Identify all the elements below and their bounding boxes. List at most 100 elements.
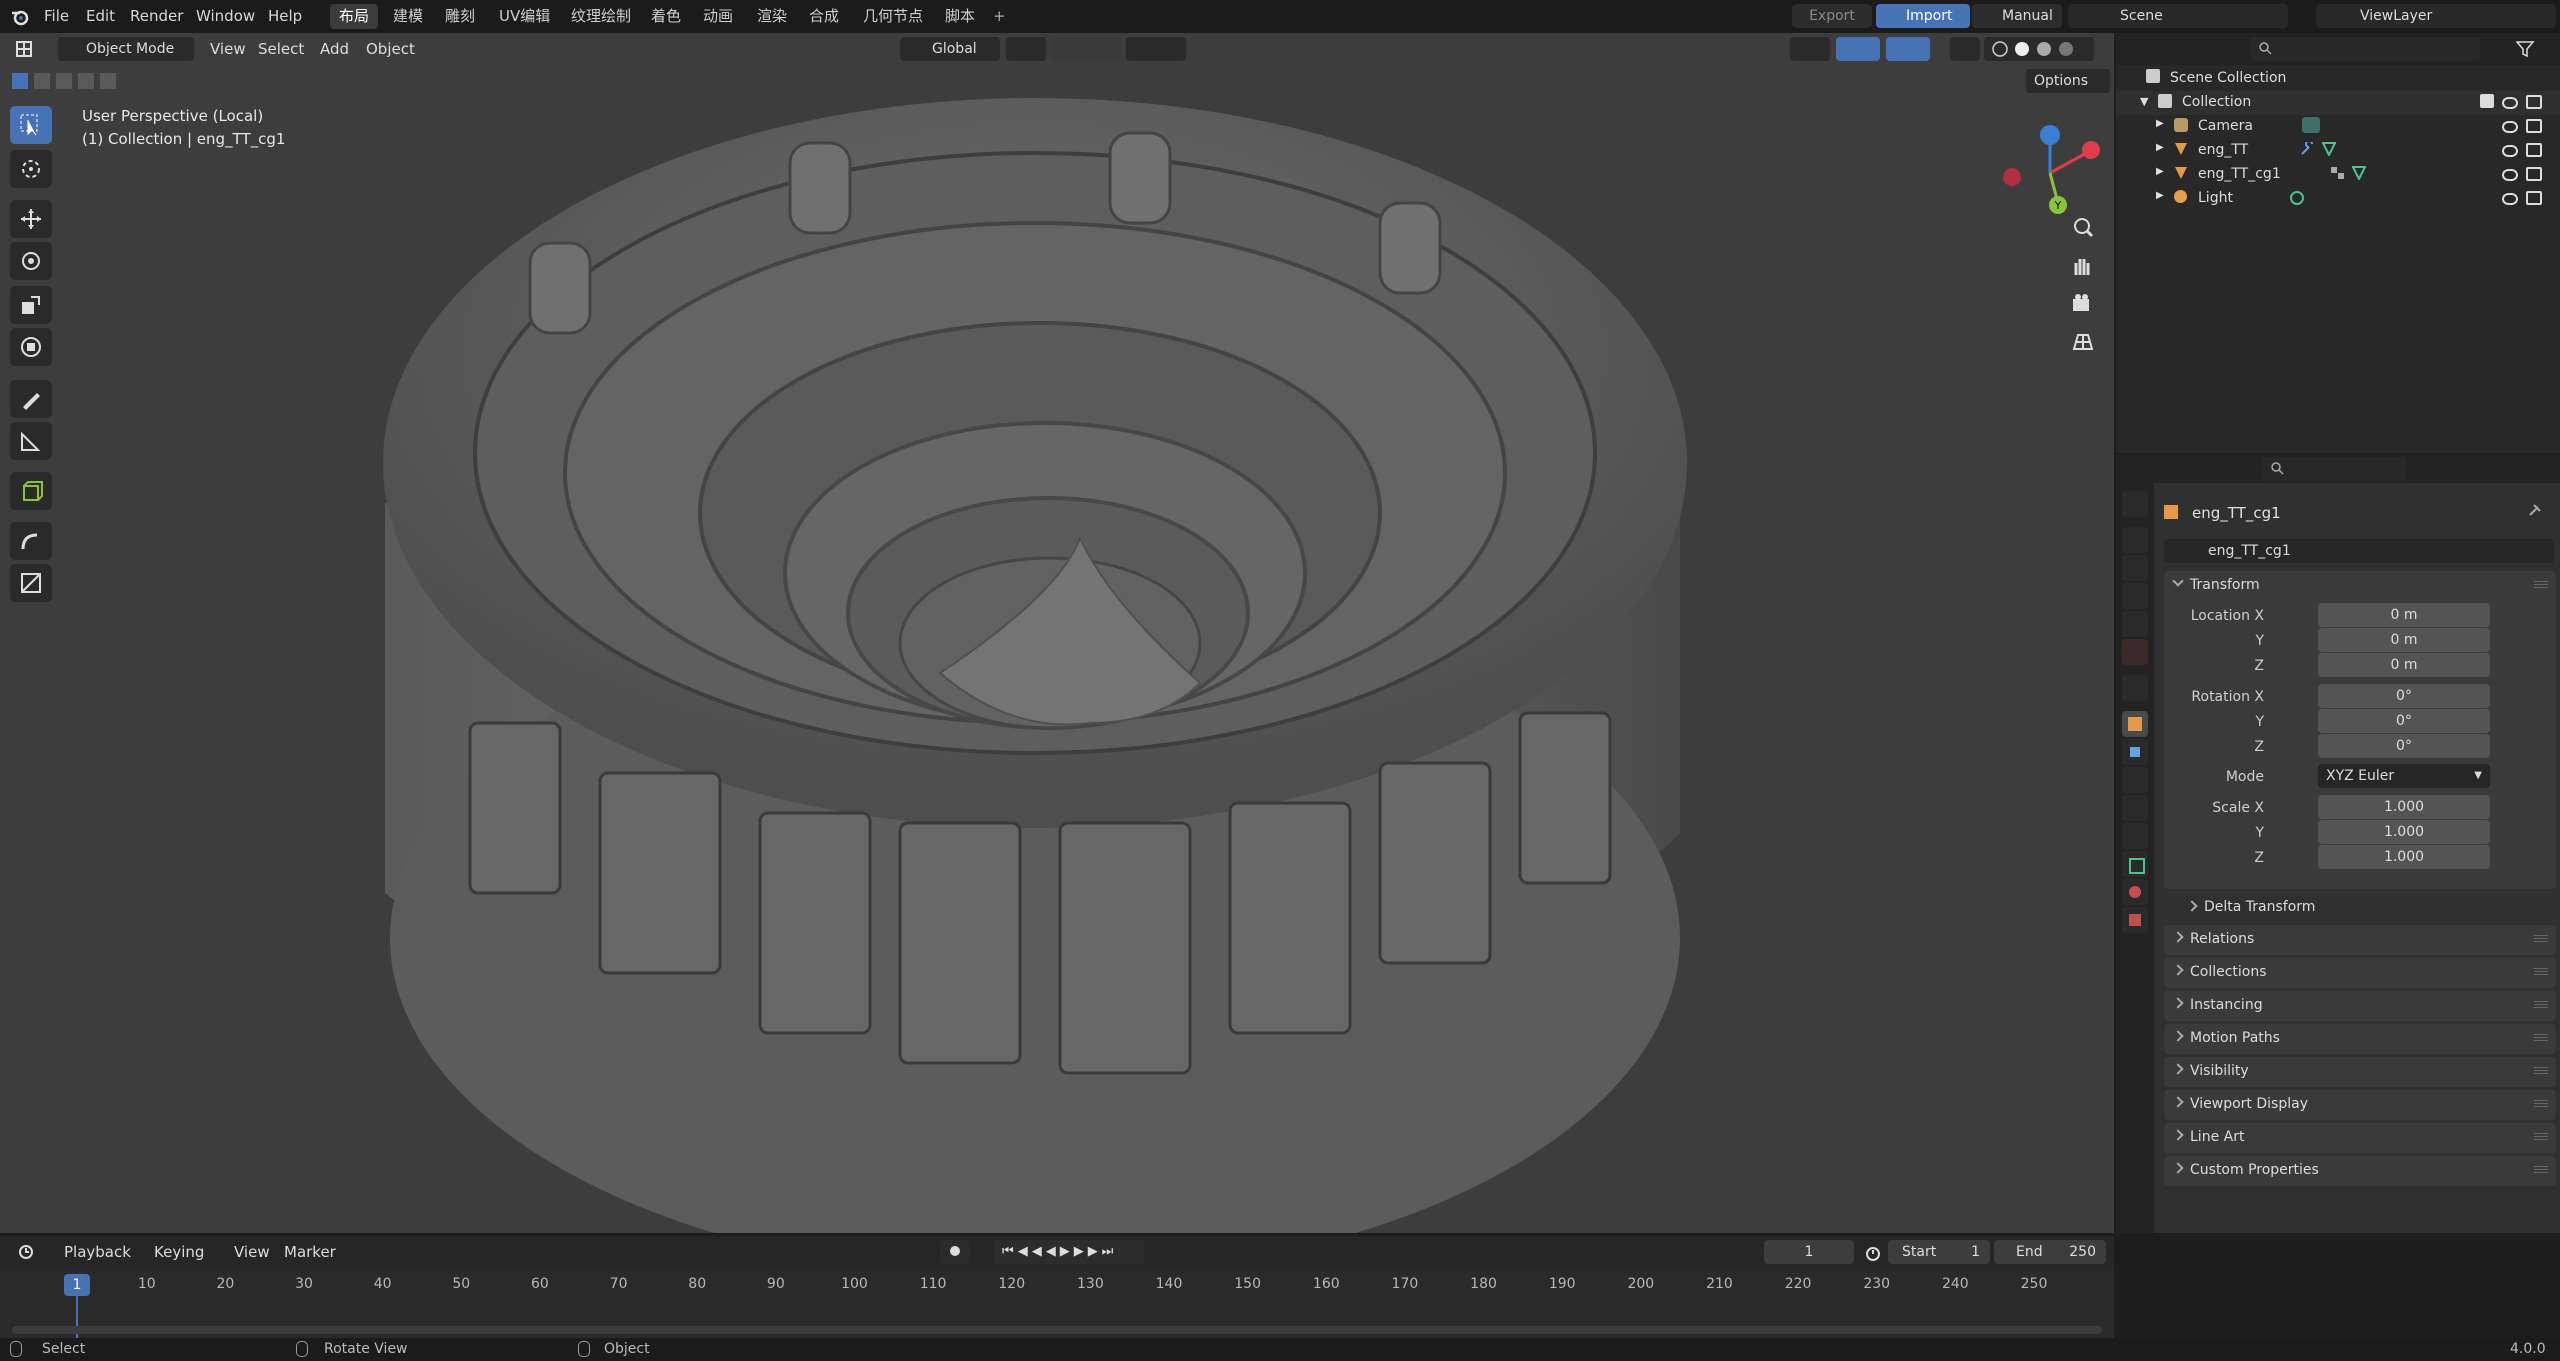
- texture-tab-icon[interactable]: [2122, 907, 2148, 933]
- viewport-display-panel[interactable]: Viewport Display: [2164, 1090, 2556, 1120]
- outliner-item-camera[interactable]: ▶ Camera: [2116, 115, 2560, 139]
- drag-handle-icon[interactable]: [2534, 935, 2548, 944]
- playhead-marker[interactable]: 1: [64, 1274, 90, 1296]
- tab-sculpting[interactable]: 雕刻: [436, 4, 484, 29]
- timeline-menu-marker[interactable]: Marker: [278, 1240, 342, 1264]
- collections-panel[interactable]: Collections: [2164, 958, 2556, 988]
- chevron-down-icon[interactable]: [2172, 575, 2184, 587]
- render-camera-icon[interactable]: [2526, 167, 2542, 181]
- transform-orientation-dropdown[interactable]: Global: [900, 37, 1000, 61]
- gizmo-toggle[interactable]: [1836, 37, 1880, 61]
- outliner-item-eng-tt[interactable]: ▶ eng_TT: [2116, 139, 2560, 163]
- rotation-y-field[interactable]: 0°: [2318, 709, 2490, 733]
- camera-view-button[interactable]: [2068, 289, 2102, 323]
- scale-z-field[interactable]: 1.000: [2318, 845, 2490, 869]
- exclude-checkbox[interactable]: [2480, 94, 2494, 108]
- rotation-x-field[interactable]: 0°: [2318, 684, 2490, 708]
- current-frame-field[interactable]: 1: [1764, 1240, 1854, 1264]
- eye-icon[interactable]: [2502, 193, 2518, 205]
- outliner-item-light[interactable]: ▶ Light: [2116, 187, 2560, 211]
- location-x-field[interactable]: 0 m: [2318, 603, 2490, 627]
- transform-panel-title[interactable]: Transform: [2190, 577, 2260, 593]
- delta-transform-subpanel[interactable]: Delta Transform: [2178, 895, 2554, 921]
- viewport-menu-view[interactable]: View: [204, 37, 252, 61]
- viewport-menu-select[interactable]: Select: [252, 37, 310, 61]
- render-camera-icon[interactable]: [2526, 119, 2542, 133]
- tab-shading[interactable]: 着色: [642, 4, 690, 29]
- menu-file[interactable]: File: [38, 4, 75, 29]
- relations-panel[interactable]: Relations: [2164, 925, 2556, 955]
- outliner-collection-row[interactable]: ▼ Collection: [2116, 91, 2560, 115]
- start-frame-field[interactable]: Start 1: [1888, 1240, 1990, 1264]
- timeline-scrollbar[interactable]: [12, 1326, 2102, 1334]
- record-button[interactable]: [940, 1240, 970, 1264]
- expand-arrow-icon[interactable]: ▶: [2156, 190, 2164, 201]
- timeline-menu-playback[interactable]: Playback: [58, 1240, 137, 1264]
- mesh-data-icon[interactable]: [2322, 142, 2336, 156]
- render-camera-icon[interactable]: [2526, 191, 2542, 205]
- wrench-modifier-icon[interactable]: [2300, 142, 2314, 156]
- outliner-search-input[interactable]: [2250, 37, 2480, 61]
- tab-modeling[interactable]: 建模: [384, 4, 432, 29]
- pan-button[interactable]: [2068, 251, 2102, 285]
- pin-icon[interactable]: [2526, 503, 2542, 519]
- drag-handle-icon[interactable]: [2534, 581, 2548, 590]
- object-mode-dropdown[interactable]: Object Mode: [58, 37, 194, 61]
- measure-tool[interactable]: [10, 422, 52, 460]
- perspective-toggle-button[interactable]: [2068, 327, 2102, 361]
- properties-search-input[interactable]: [2262, 457, 2406, 481]
- tab-compositing[interactable]: 合成: [800, 4, 848, 29]
- outliner-editor-type-button[interactable]: [2136, 37, 2176, 61]
- import-button[interactable]: Import: [1876, 4, 1970, 28]
- pivot-point-button[interactable]: [1006, 37, 1046, 61]
- menu-render[interactable]: Render: [124, 4, 189, 29]
- expand-arrow-icon[interactable]: ▶: [2156, 118, 2164, 129]
- drag-handle-icon[interactable]: [2534, 1133, 2548, 1142]
- location-y-field[interactable]: 0 m: [2318, 628, 2490, 652]
- shading-mode-buttons[interactable]: [1984, 37, 2094, 61]
- eye-icon[interactable]: [2502, 121, 2518, 133]
- scene-selector[interactable]: Scene: [2068, 4, 2288, 28]
- add-workspace-button[interactable]: +: [984, 4, 1015, 29]
- outliner-item-eng-tt-cg1[interactable]: ▶ eng_TT_cg1: [2116, 163, 2560, 187]
- rotate-tool[interactable]: [10, 242, 52, 280]
- proportional-edit-button[interactable]: [1126, 37, 1186, 61]
- scale-tool[interactable]: [10, 286, 52, 324]
- instancing-panel[interactable]: Instancing: [2164, 991, 2556, 1021]
- tab-layout[interactable]: 布局: [330, 4, 379, 29]
- options-dropdown[interactable]: Options: [2026, 69, 2110, 93]
- select-box-tool[interactable]: [10, 106, 52, 144]
- render-camera-icon[interactable]: [2526, 95, 2542, 109]
- custom-properties-panel[interactable]: Custom Properties: [2164, 1156, 2556, 1186]
- menu-help[interactable]: Help: [262, 4, 308, 29]
- tab-scripting[interactable]: 脚本: [936, 4, 984, 29]
- transform-tool[interactable]: [10, 328, 52, 366]
- motion-paths-panel[interactable]: Motion Paths: [2164, 1024, 2556, 1054]
- menu-edit[interactable]: Edit: [80, 4, 121, 29]
- render-tab-icon[interactable]: [2122, 527, 2148, 553]
- manual-button[interactable]: Manual: [1972, 4, 2062, 28]
- tab-animation[interactable]: 动画: [694, 4, 742, 29]
- material-tab-icon[interactable]: [2122, 879, 2148, 905]
- properties-editor-type-button[interactable]: [2132, 457, 2172, 481]
- filter-icon[interactable]: [2516, 41, 2536, 57]
- timeline-menu-keying[interactable]: Keying: [148, 1240, 210, 1264]
- eye-icon[interactable]: [2502, 97, 2518, 109]
- camera-data-icon[interactable]: [2302, 117, 2320, 133]
- scale-x-field[interactable]: 1.000: [2318, 795, 2490, 819]
- instance-icon[interactable]: [2330, 166, 2346, 180]
- timeline-menu-view[interactable]: View: [228, 1240, 276, 1264]
- visibility-panel[interactable]: Visibility: [2164, 1057, 2556, 1087]
- output-tab-icon[interactable]: [2122, 555, 2148, 581]
- viewport-menu-object[interactable]: Object: [360, 37, 421, 61]
- menu-window[interactable]: Window: [190, 4, 261, 29]
- outliner-display-mode-button[interactable]: [2184, 37, 2228, 61]
- visibility-toggle[interactable]: [1790, 37, 1830, 61]
- object-data-name-field[interactable]: eng_TT_cg1: [2164, 539, 2554, 563]
- snap-button[interactable]: [1052, 37, 1122, 61]
- playback-controls[interactable]: ⏮◀◀◀▶▶▶⏭: [994, 1240, 1144, 1264]
- eye-icon[interactable]: [2502, 145, 2518, 157]
- viewlayer-selector[interactable]: ViewLayer: [2316, 4, 2556, 28]
- viewport-menu-add[interactable]: Add: [314, 37, 355, 61]
- eye-icon[interactable]: [2502, 169, 2518, 181]
